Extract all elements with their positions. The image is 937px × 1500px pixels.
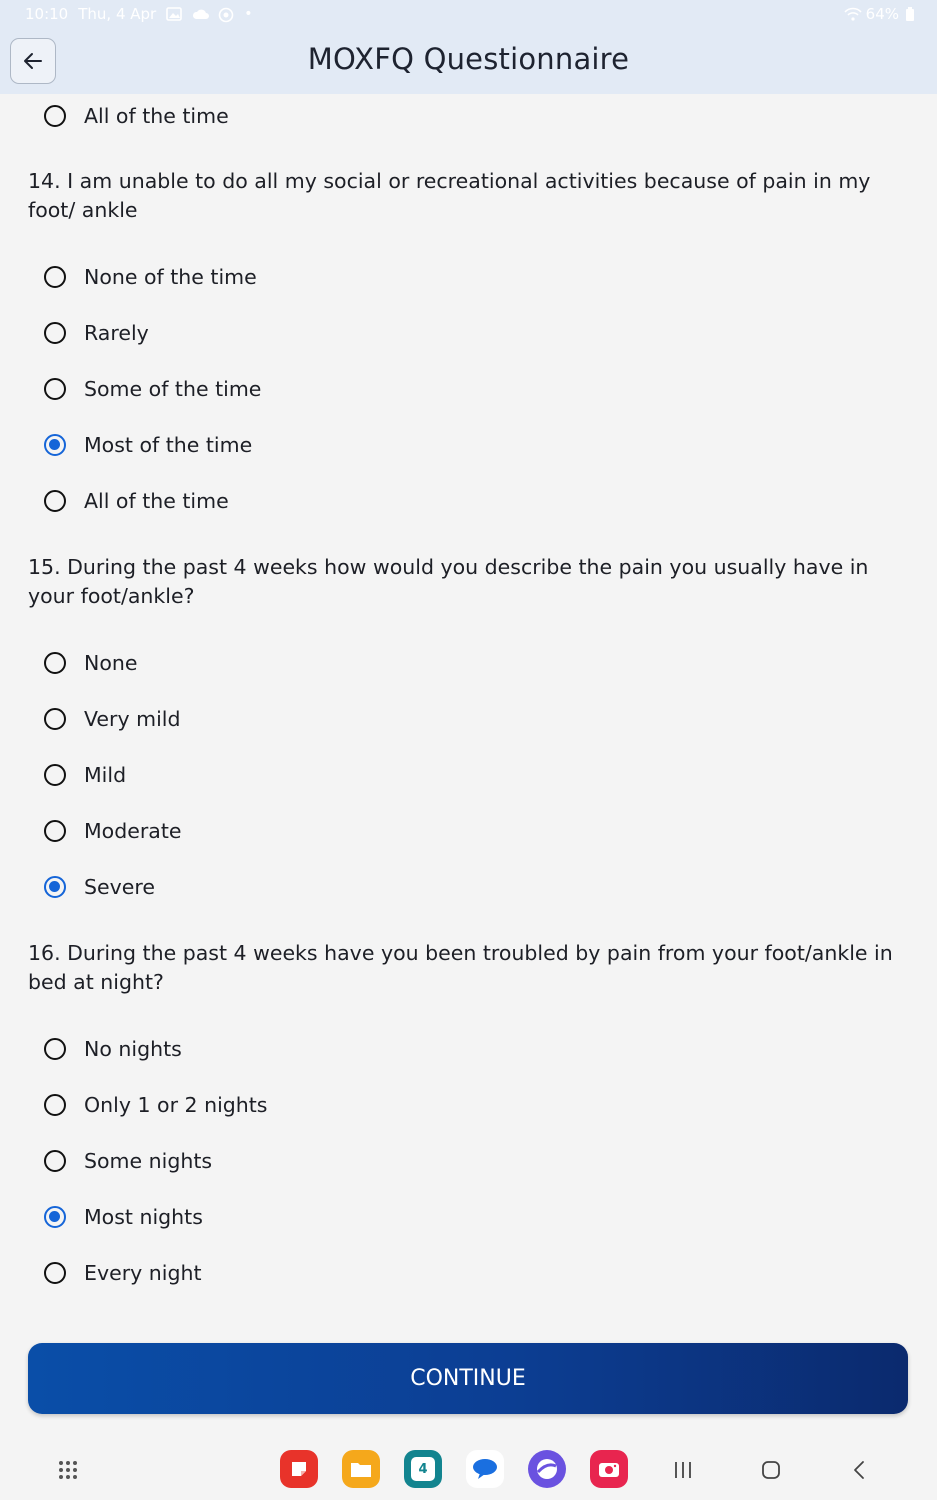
continue-button[interactable]: CONTINUE — [28, 1343, 908, 1414]
option-label: Some nights — [84, 1149, 213, 1173]
q16-option[interactable]: No nights — [44, 1037, 182, 1061]
option-label: Very mild — [84, 707, 181, 731]
radio-button[interactable] — [44, 378, 66, 400]
question-15-text: 15. During the past 4 weeks how would yo… — [28, 555, 869, 608]
q14-option[interactable]: Some of the time — [44, 377, 261, 401]
radio-button[interactable] — [44, 490, 66, 512]
calendar-app-icon[interactable]: 4 — [404, 1450, 442, 1488]
option-label: Rarely — [84, 321, 149, 345]
battery-percent: 64% — [865, 5, 899, 23]
messages-app-icon[interactable] — [466, 1450, 504, 1488]
radio-button[interactable] — [44, 322, 66, 344]
sync-notification-icon — [218, 7, 234, 23]
files-app-icon[interactable] — [342, 1450, 380, 1488]
option-label: Most nights — [84, 1205, 203, 1229]
q15-option[interactable]: Moderate — [44, 819, 182, 843]
wifi-icon — [844, 7, 862, 21]
q14-option[interactable]: Rarely — [44, 321, 149, 345]
notes-app-icon[interactable] — [280, 1450, 318, 1488]
gallery-notification-icon — [166, 7, 183, 21]
q16-option[interactable]: Only 1 or 2 nights — [44, 1093, 268, 1117]
radio-button[interactable] — [44, 1150, 66, 1172]
q15-option[interactable]: Mild — [44, 763, 126, 787]
radio-button[interactable] — [44, 652, 66, 674]
option-label: Moderate — [84, 819, 182, 843]
camera-app-icon[interactable] — [590, 1450, 628, 1488]
navigation-dock: 4 — [0, 1440, 937, 1500]
radio-button[interactable] — [44, 1206, 66, 1228]
radio-button[interactable] — [44, 1262, 66, 1284]
app-header: 10:10 Thu, 4 Apr • 64% MOXFQ Questionnai… — [0, 0, 937, 94]
question-16-text: 16. During the past 4 weeks have you bee… — [28, 941, 893, 994]
option-label: None of the time — [84, 265, 257, 289]
radio-button[interactable] — [44, 434, 66, 456]
radio-button[interactable] — [44, 876, 66, 898]
q14-option[interactable]: None of the time — [44, 265, 257, 289]
option-label: Only 1 or 2 nights — [84, 1093, 268, 1117]
q16-option[interactable]: Most nights — [44, 1205, 203, 1229]
q16-option[interactable]: Some nights — [44, 1149, 212, 1173]
calendar-day: 4 — [411, 1457, 435, 1481]
radio-button[interactable] — [44, 1094, 66, 1116]
q13-option[interactable]: All of the time — [44, 104, 229, 128]
system-back-icon[interactable] — [843, 1454, 875, 1486]
option-label: Severe — [84, 875, 155, 899]
radio-button[interactable] — [44, 708, 66, 730]
more-notifications-dot-icon: • — [244, 6, 253, 22]
question-14-text: 14. I am unable to do all my social or r… — [28, 169, 871, 222]
q15-option[interactable]: Very mild — [44, 707, 181, 731]
q15-option[interactable]: None — [44, 651, 137, 675]
radio-button[interactable] — [44, 1038, 66, 1060]
option-label: No nights — [84, 1037, 182, 1061]
option-label: Every night — [84, 1261, 202, 1285]
q16-option[interactable]: Every night — [44, 1261, 202, 1285]
recent-apps-icon[interactable] — [667, 1454, 699, 1486]
page-title: MOXFQ Questionnaire — [307, 42, 630, 76]
radio-button[interactable] — [44, 820, 66, 842]
radio-button[interactable] — [44, 266, 66, 288]
home-icon[interactable] — [755, 1454, 787, 1486]
option-label: None — [84, 651, 138, 675]
option-label: Mild — [84, 763, 127, 787]
internet-app-icon[interactable] — [528, 1450, 566, 1488]
option-label: Most of the time — [84, 433, 253, 457]
status-time: 10:10 — [25, 5, 69, 23]
battery-icon — [905, 7, 915, 21]
app-drawer-icon[interactable] — [52, 1454, 84, 1486]
option-label: All of the time — [84, 489, 229, 513]
radio-button[interactable] — [44, 764, 66, 786]
option-label: All of the time — [84, 104, 229, 128]
radio-button[interactable] — [44, 105, 66, 127]
q14-option[interactable]: All of the time — [44, 489, 229, 513]
option-label: Some of the time — [84, 377, 262, 401]
status-bar: 10:10 Thu, 4 Apr • 64% — [0, 0, 937, 30]
status-date: Thu, 4 Apr — [78, 5, 157, 23]
q14-option[interactable]: Most of the time — [44, 433, 252, 457]
cloud-notification-icon — [192, 7, 210, 21]
q15-option[interactable]: Severe — [44, 875, 155, 899]
